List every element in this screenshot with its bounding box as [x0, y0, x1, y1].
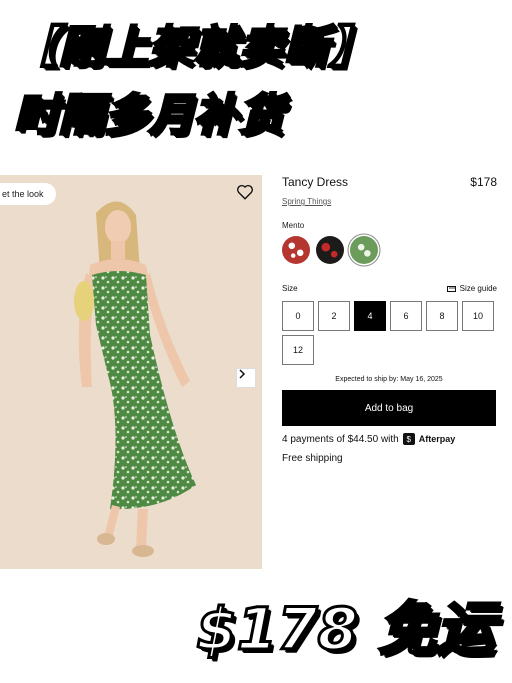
size-row: Size Size guide — [282, 284, 497, 293]
title-row: Tancy Dress $178 — [282, 175, 497, 191]
product-price: $178 — [470, 175, 497, 189]
ruler-icon — [446, 285, 456, 292]
size-label: Size — [282, 284, 298, 293]
product-photo[interactable]: et the look — [0, 175, 262, 569]
afterpay-icon: $ — [402, 433, 415, 445]
color-swatches — [282, 236, 497, 264]
get-the-look-button[interactable]: et the look — [0, 183, 56, 205]
headline-restock: 【刚上架就卖断】 — [13, 21, 375, 75]
size-guide-link[interactable]: Size guide — [446, 284, 497, 293]
model-illustration — [74, 201, 196, 557]
headline-restock-subtitle: 时隔多月补货 — [13, 89, 285, 143]
add-to-bag-button[interactable]: Add to bag — [282, 390, 496, 426]
size-option-6[interactable]: 6 — [390, 301, 422, 331]
afterpay-brand[interactable]: Afterpay — [419, 434, 456, 444]
size-options: 0 2 4 6 8 10 12 — [282, 301, 498, 365]
price-free-shipping-banner: $178 免运 — [195, 594, 496, 665]
ship-date-note: Expected to ship by: May 16, 2025 — [335, 376, 443, 383]
chevron-right-icon — [239, 369, 246, 379]
collection-link[interactable]: Spring Things — [282, 197, 331, 206]
free-shipping-text: Free shipping — [282, 453, 343, 464]
heart-icon[interactable] — [236, 183, 254, 201]
size-option-0[interactable]: 0 — [282, 301, 314, 331]
product-name: Tancy Dress — [282, 175, 349, 189]
size-guide-label: Size guide — [459, 284, 497, 293]
size-option-2[interactable]: 2 — [318, 301, 350, 331]
product-details: Tancy Dress $178 Spring Things Mento Siz… — [282, 175, 497, 464]
swatch-mento-green[interactable] — [350, 236, 378, 264]
afterpay-row: 4 payments of $44.50 with $ Afterpay — [282, 433, 497, 445]
size-option-10[interactable]: 10 — [462, 301, 494, 331]
color-label: Mento — [282, 221, 305, 230]
size-option-4[interactable]: 4 — [354, 301, 386, 331]
swatch-dark-red[interactable] — [316, 236, 344, 264]
swatch-red-dot[interactable] — [282, 236, 310, 264]
afterpay-text: 4 payments of $44.50 with — [282, 433, 399, 445]
next-image-button[interactable] — [236, 368, 256, 388]
size-option-12[interactable]: 12 — [282, 335, 314, 365]
size-option-8[interactable]: 8 — [426, 301, 458, 331]
